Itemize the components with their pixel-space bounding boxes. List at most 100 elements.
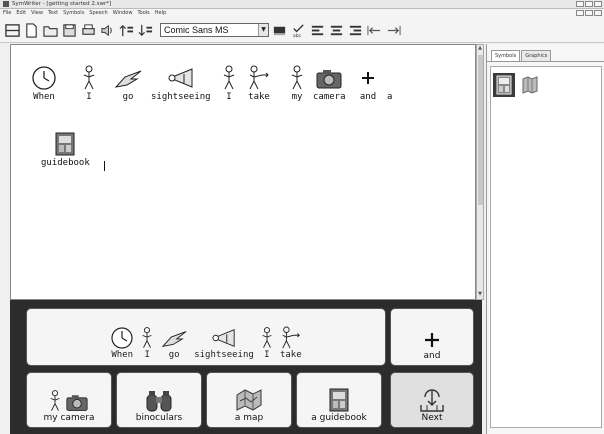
grid-cell-sentence[interactable]: When I go sightseeing I take	[26, 308, 386, 366]
text-color-button[interactable]	[271, 22, 288, 39]
layout-icon	[5, 23, 20, 37]
tab-graphics[interactable]: Graphics	[521, 50, 552, 61]
scroll-up-icon[interactable]: ▲	[477, 45, 483, 53]
layout-button[interactable]	[4, 22, 21, 39]
doc-word-when[interactable]: When	[31, 65, 57, 103]
grid-word-when: When	[110, 326, 134, 361]
person-icon	[142, 327, 152, 348]
menu-window[interactable]: Window	[113, 9, 133, 18]
print-button[interactable]	[80, 22, 97, 39]
doc-word-guidebook[interactable]: guidebook	[41, 131, 90, 169]
document-scrollbar[interactable]: ▲ ▼	[476, 44, 484, 300]
grid-cell-binoculars[interactable]: binoculars	[116, 372, 202, 428]
menu-speech[interactable]: Speech	[89, 9, 107, 18]
doc-word-a[interactable]: a	[387, 65, 392, 103]
save-button[interactable]	[61, 22, 78, 39]
spellcheck-button[interactable]: abc	[290, 22, 307, 39]
doc-close-button[interactable]	[594, 10, 602, 16]
font-select[interactable]: Comic Sans MS ▼	[160, 23, 269, 37]
grid-word-sightseeing: sightseeing	[194, 326, 254, 361]
doc-word-label: I	[226, 92, 232, 102]
grid-cell-and[interactable]: and	[390, 308, 474, 366]
doc-word-i[interactable]: I	[81, 65, 97, 103]
new-document-button[interactable]	[23, 22, 40, 39]
indent-left-button[interactable]	[366, 22, 383, 39]
increase-size-icon	[119, 24, 134, 36]
menu-view[interactable]: View	[31, 9, 43, 18]
scroll-thumb[interactable]	[478, 55, 483, 205]
scroll-down-icon[interactable]: ▼	[477, 291, 483, 299]
tab-symbols[interactable]: Symbols	[491, 50, 521, 61]
align-center-icon	[330, 25, 343, 35]
plus-icon	[425, 333, 439, 347]
increase-size-button[interactable]	[118, 22, 135, 39]
align-center-button[interactable]	[328, 22, 345, 39]
chevron-down-icon[interactable]: ▼	[258, 24, 268, 36]
looking-icon	[168, 68, 193, 88]
menu-file[interactable]: File	[3, 9, 11, 18]
doc-word-camera[interactable]: camera	[313, 65, 346, 103]
person-icon	[223, 65, 235, 90]
doc-word-label: I	[86, 92, 92, 102]
grid-cell-label: a guidebook	[311, 413, 367, 423]
grid-word-i: I	[140, 326, 154, 361]
doc-word-label: go	[122, 92, 134, 102]
grid-word-label: take	[279, 350, 302, 360]
communication-grid: When I go sightseeing I take and my came…	[10, 300, 482, 434]
align-right-button[interactable]	[347, 22, 364, 39]
document-window-controls	[576, 10, 602, 16]
side-panel-tabs: Symbols Graphics	[487, 44, 604, 62]
grid-word-take: take	[280, 326, 302, 361]
take-icon	[249, 65, 269, 90]
decrease-size-button[interactable]	[137, 22, 154, 39]
maximize-button[interactable]	[585, 1, 593, 7]
grid-cell-my-camera[interactable]: my camera	[26, 372, 112, 428]
title-bar: SymWriter - [getting started 2.swr*]	[0, 0, 604, 9]
doc-word-my[interactable]: my	[289, 65, 305, 103]
symbol-choice-map[interactable]	[519, 73, 541, 97]
doc-word-sightseeing[interactable]: sightseeing	[151, 65, 211, 103]
minimize-button[interactable]	[576, 1, 584, 7]
grid-cell-a-guidebook[interactable]: a guidebook	[296, 372, 382, 428]
symbol-choice-guidebook[interactable]	[493, 73, 515, 97]
person-my-icon	[291, 65, 303, 90]
app-icon	[3, 1, 9, 7]
doc-word-label: When	[33, 92, 55, 102]
grid-word-label: sightseeing	[194, 350, 254, 360]
document-editor[interactable]: When I go sightseeing I take my camera a…	[10, 44, 476, 300]
take-icon	[282, 326, 300, 349]
grid-cell-label: and	[423, 351, 441, 361]
doc-word-and[interactable]: and	[359, 65, 377, 103]
doc-minimize-button[interactable]	[576, 10, 584, 16]
menu-edit[interactable]: Edit	[16, 9, 26, 18]
binoculars-icon	[146, 391, 172, 412]
doc-word-take[interactable]: take	[247, 65, 271, 103]
guidebook-icon	[55, 132, 75, 156]
clock-icon	[111, 327, 133, 349]
speak-button[interactable]	[99, 22, 116, 39]
grid-cell-label: Next	[421, 413, 443, 423]
grid-cell-next[interactable]: Next	[390, 372, 474, 428]
pointing-hand-icon	[161, 331, 187, 348]
grid-cell-a-map[interactable]: a map	[206, 372, 292, 428]
menu-text[interactable]: Text	[48, 9, 58, 18]
doc-word-go[interactable]: go	[113, 65, 143, 103]
next-icon	[420, 389, 444, 412]
doc-word-i-2[interactable]: I	[221, 65, 237, 103]
open-button[interactable]	[42, 22, 59, 39]
grid-word-go: go	[160, 326, 188, 361]
grid-cell-label: my camera	[43, 413, 95, 423]
doc-restore-button[interactable]	[585, 10, 593, 16]
grid-word-label: When	[111, 350, 134, 360]
doc-word-label: camera	[313, 92, 346, 102]
align-left-button[interactable]	[309, 22, 326, 39]
menu-help[interactable]: Help	[155, 9, 166, 18]
menu-tools[interactable]: Tools	[137, 9, 149, 18]
print-icon	[82, 23, 95, 35]
speaker-icon	[101, 24, 112, 36]
camera-icon	[66, 395, 88, 411]
indent-right-button[interactable]	[385, 22, 402, 39]
menu-symbols[interactable]: Symbols	[63, 9, 84, 18]
close-button[interactable]	[594, 1, 602, 7]
decrease-size-icon	[138, 24, 153, 36]
